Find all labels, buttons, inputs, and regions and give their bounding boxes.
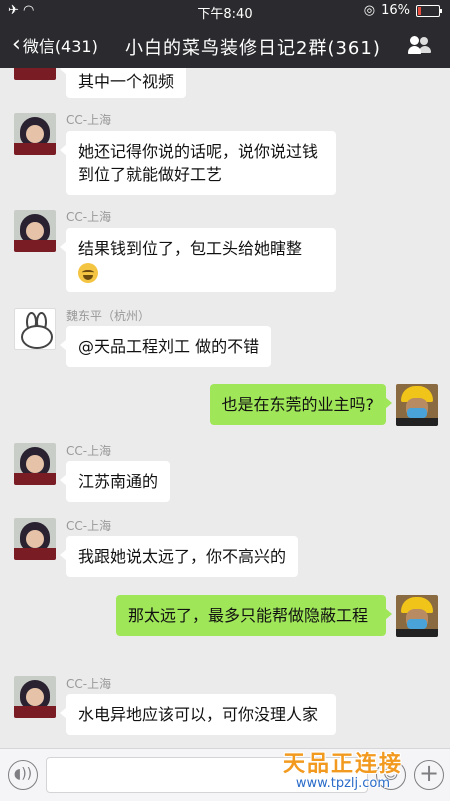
sender-name: CC-上海 (66, 113, 112, 127)
sender-name: CC-上海 (66, 677, 112, 691)
avatar[interactable] (14, 518, 56, 560)
avatar[interactable] (14, 210, 56, 252)
message-bubble[interactable]: 她还记得你说的话呢，说你说过钱到位了就能做好工艺 (60, 131, 336, 195)
avatar[interactable] (14, 68, 56, 80)
lock-rotation-icon: ◎ (363, 3, 376, 18)
status-right: ◎ 16% (363, 3, 442, 18)
avatar[interactable] (396, 384, 438, 426)
battery-percent: 16% (381, 3, 410, 18)
avatar[interactable] (14, 113, 56, 155)
message-bubble[interactable]: 其中一个视频 (59, 68, 187, 98)
battery-icon (416, 4, 442, 17)
message-bubble[interactable]: 水电异地应该可以，可你没理人家 (60, 694, 336, 735)
avatar[interactable] (14, 308, 56, 350)
laughing-tears-emoji-icon (78, 262, 98, 283)
back-button[interactable]: ‹ 微信(431) (12, 33, 98, 57)
chat-messages[interactable]: 其中一个视频 CC-上海 她还记得你说的话呢，说你说过钱到位了就能做好工艺 CC… (0, 68, 450, 748)
avatar[interactable] (14, 676, 56, 718)
battery-level (418, 6, 421, 15)
message-bubble[interactable]: 结果钱到位了，包工头给她瞎整 (60, 228, 336, 292)
group-members-icon[interactable] (408, 36, 432, 54)
sender-name: CC-上海 (66, 210, 112, 224)
message-bubble-outgoing[interactable]: 也是在东莞的业主吗? (209, 384, 392, 425)
chat-title: 小白的菜鸟装修日记2群(361) (125, 38, 381, 59)
sender-name: CC-上海 (66, 519, 112, 533)
chevron-left-icon: ‹ (12, 32, 21, 57)
sender-name: CC-上海 (66, 444, 112, 458)
message-bubble[interactable]: 江苏南通的 (59, 461, 171, 502)
sender-name: 魏东平（杭州） (66, 309, 151, 323)
back-label: 微信(431) (22, 37, 98, 56)
input-bar: ◖)) ☺ + (0, 748, 450, 801)
message-input[interactable] (46, 757, 368, 793)
message-bubble[interactable]: 我跟她说太远了，你不高兴的 (59, 536, 299, 577)
nav-bar: ‹ 微信(431) 小白的菜鸟装修日记2群(361) (0, 22, 450, 68)
message-bubble-outgoing[interactable]: 那太远了，最多只能帮做隐蔽工程 (116, 595, 392, 636)
emoji-icon[interactable]: ☺ (376, 760, 406, 790)
voice-icon[interactable]: ◖)) (8, 760, 38, 790)
avatar[interactable] (14, 443, 56, 485)
avatar[interactable] (396, 595, 438, 637)
plus-icon[interactable]: + (414, 760, 444, 790)
status-bar: ✈ ◠ 下午8:40 ◎ 16% (0, 0, 450, 22)
message-bubble[interactable]: @天品工程刘工 做的不错 (59, 326, 272, 367)
message-text: 结果钱到位了，包工头给她瞎整 (78, 239, 303, 258)
